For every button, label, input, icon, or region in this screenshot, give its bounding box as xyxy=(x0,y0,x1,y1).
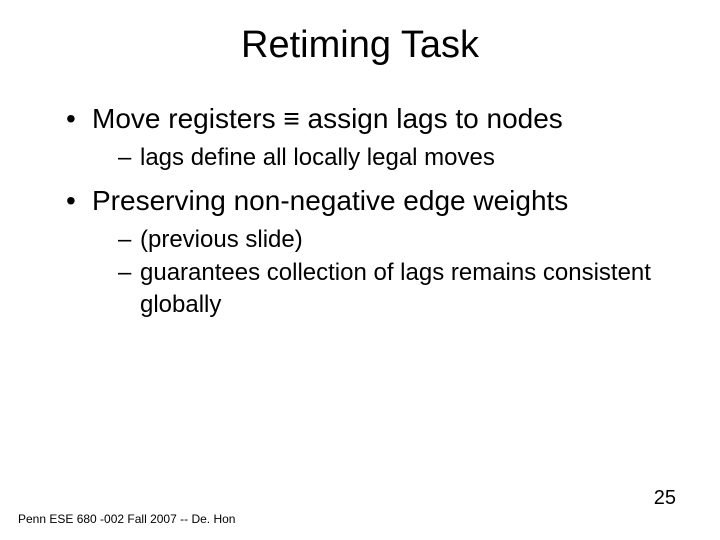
bullet-text: Move registers ≡ assign lags to nodes xyxy=(92,103,563,134)
page-number: 25 xyxy=(654,487,676,510)
slide-title: Retiming Task xyxy=(40,24,680,67)
bullet-item: Preserving non-negative edge weights (pr… xyxy=(66,183,680,320)
sub-bullet-text: (previous slide) xyxy=(140,226,303,253)
sub-bullet-item: guarantees collection of lags remains co… xyxy=(118,257,680,319)
sub-bullet-item: lags define all locally legal moves xyxy=(118,142,680,173)
sub-bullet-list: lags define all locally legal moves xyxy=(92,142,680,173)
slide-footer: Penn ESE 680 -002 Fall 2007 -- De. Hon xyxy=(18,512,235,526)
sub-bullet-text: guarantees collection of lags remains co… xyxy=(140,259,651,317)
sub-bullet-list: (previous slide) guarantees collection o… xyxy=(92,224,680,320)
sub-bullet-item: (previous slide) xyxy=(118,224,680,255)
bullet-list: Move registers ≡ assign lags to nodes la… xyxy=(40,101,680,320)
sub-bullet-text: lags define all locally legal moves xyxy=(140,144,495,171)
bullet-item: Move registers ≡ assign lags to nodes la… xyxy=(66,101,680,173)
slide: Retiming Task Move registers ≡ assign la… xyxy=(0,0,720,540)
bullet-text: Preserving non-negative edge weights xyxy=(92,185,568,216)
